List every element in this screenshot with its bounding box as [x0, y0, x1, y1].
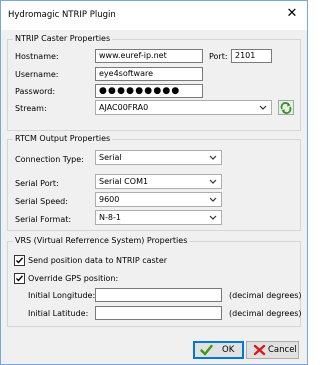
- serial-port-label: Serial Port:: [15, 179, 59, 188]
- checkmark-icon: [16, 257, 24, 264]
- username-field[interactable]: eye4software: [95, 67, 203, 81]
- port-label: Port:: [209, 52, 228, 61]
- serial-port-select[interactable]: Serial COM1: [95, 174, 222, 189]
- serial-speed-select[interactable]: 9600: [95, 192, 222, 207]
- stream-select[interactable]: AJAC00FRA0: [95, 100, 272, 115]
- caster-group-legend: NTRIP Caster Properties: [13, 34, 113, 44]
- port-field[interactable]: 2101: [231, 49, 272, 63]
- serial-format-label: Serial Format:: [15, 215, 72, 224]
- password-label: Password:: [15, 87, 56, 96]
- cancel-button[interactable]: Cancel: [246, 341, 299, 359]
- initial-latitude-field[interactable]: [95, 306, 222, 320]
- chevron-down-icon: [209, 179, 217, 184]
- cancel-label: Cancel: [268, 345, 297, 355]
- connection-type-value: Serial: [99, 153, 122, 162]
- stream-label: Stream:: [15, 104, 47, 113]
- serial-speed-value: 9600: [99, 195, 120, 204]
- close-icon[interactable]: ✕: [283, 6, 301, 22]
- initial-latitude-label: Initial Latitude:: [28, 309, 89, 318]
- chevron-down-icon: [209, 197, 217, 202]
- hostname-label: Hostname:: [15, 52, 59, 61]
- rtcm-group-legend: RTCM Output Properties: [13, 134, 113, 144]
- send-position-checkbox[interactable]: [14, 255, 25, 266]
- cancel-icon: [253, 344, 266, 356]
- override-gps-checkbox[interactable]: [14, 273, 25, 284]
- checkmark-icon: [200, 344, 213, 356]
- username-label: Username:: [15, 70, 59, 79]
- serial-format-select[interactable]: N-8-1: [95, 210, 222, 225]
- chevron-down-icon: [259, 105, 267, 110]
- serial-port-value: Serial COM1: [99, 177, 149, 186]
- send-position-label[interactable]: Send position data to NTRIP caster: [28, 256, 167, 266]
- checkmark-icon: [16, 275, 24, 282]
- chevron-down-icon: [209, 155, 217, 160]
- serial-format-value: N-8-1: [99, 213, 121, 222]
- plugin-dialog: Hydromagic NTRIP Plugin ✕ NTRIP Caster P…: [0, 0, 308, 365]
- override-gps-label[interactable]: Override GPS position:: [28, 274, 118, 284]
- connection-type-label: Connection Type:: [15, 155, 84, 164]
- initial-longitude-field[interactable]: [95, 288, 222, 302]
- hostname-field[interactable]: www.euref-ip.net: [95, 49, 203, 63]
- password-field[interactable]: ●●●●●●●●●: [95, 84, 203, 98]
- latitude-unit-label: (decimal degrees): [229, 309, 302, 318]
- window-title: Hydromagic NTRIP Plugin: [8, 10, 116, 20]
- longitude-unit-label: (decimal degrees): [229, 291, 302, 300]
- connection-type-select[interactable]: Serial: [95, 150, 222, 165]
- vrs-group-legend: VRS (Virtual Referrence System) Properti…: [13, 236, 190, 246]
- title-bar[interactable]: Hydromagic NTRIP Plugin ✕: [1, 1, 307, 30]
- ok-button[interactable]: OK: [193, 341, 244, 359]
- initial-longitude-label: Initial Longitude:: [28, 291, 96, 300]
- stream-select-value: AJAC00FRA0: [99, 103, 149, 112]
- ok-label: OK: [222, 345, 235, 355]
- chevron-down-icon: [209, 215, 217, 220]
- serial-speed-label: Serial Speed:: [15, 197, 68, 206]
- refresh-icon[interactable]: [278, 100, 294, 115]
